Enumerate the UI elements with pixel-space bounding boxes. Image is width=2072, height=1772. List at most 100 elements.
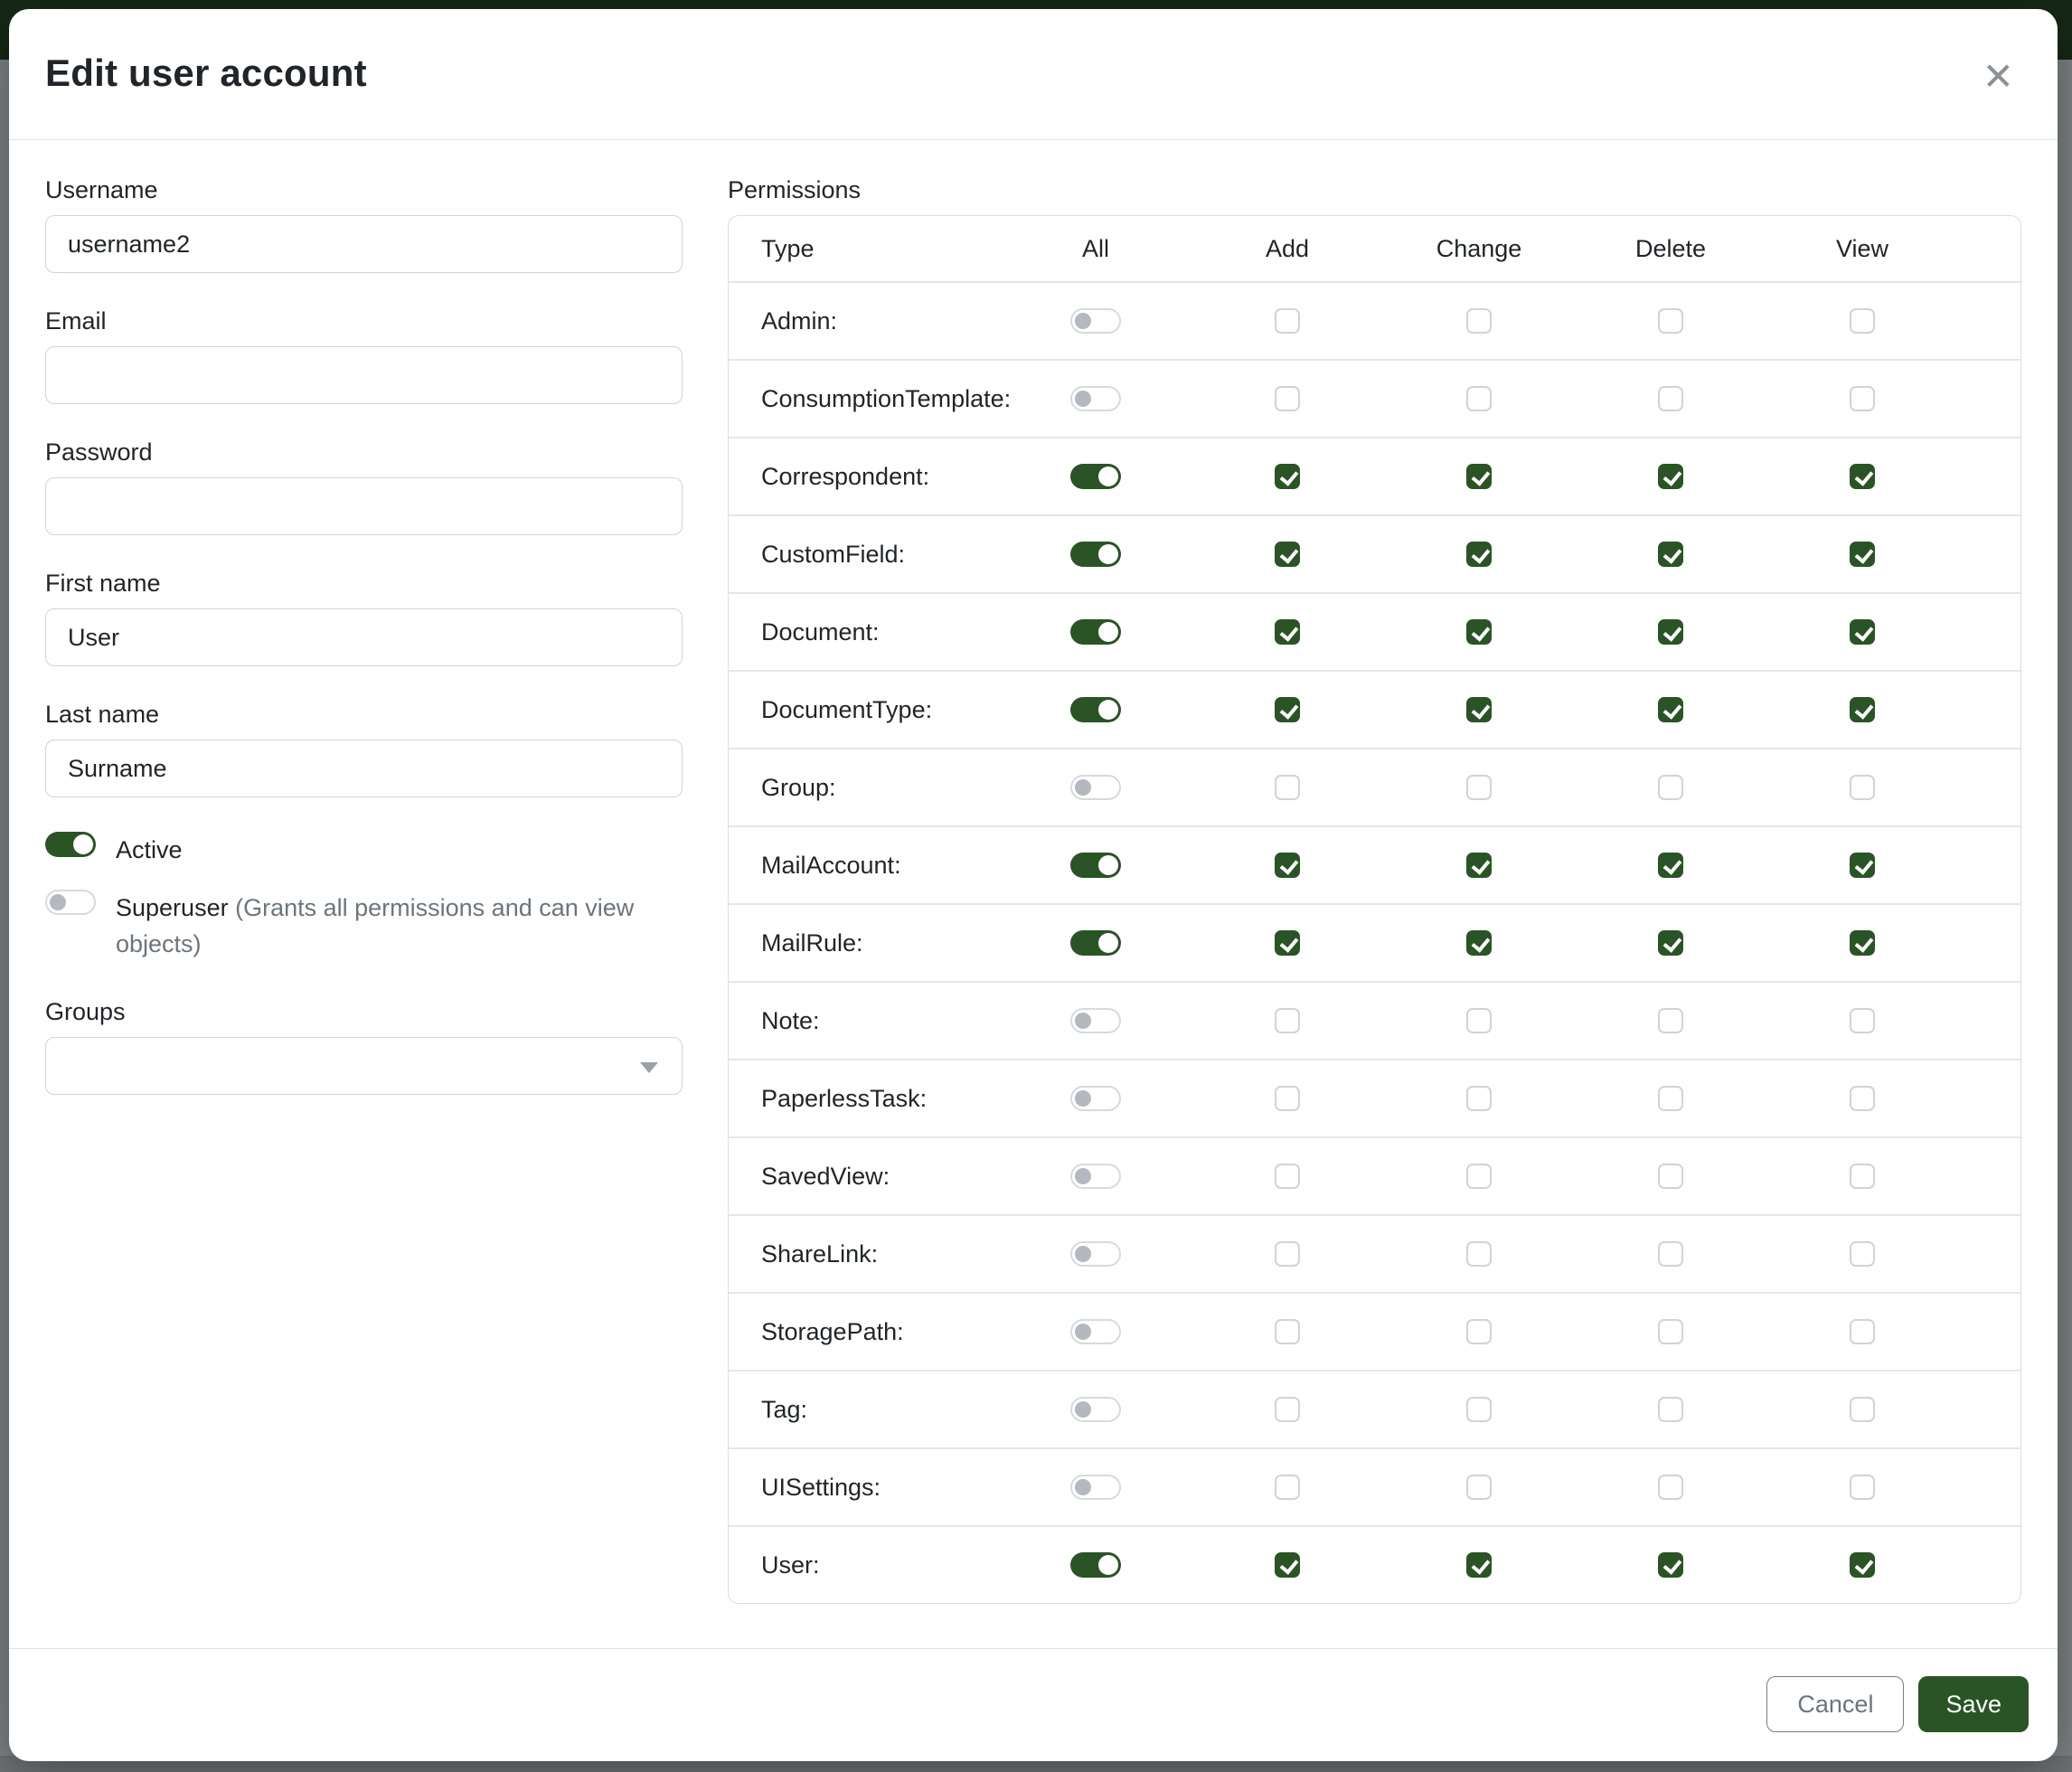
email-field[interactable] <box>45 346 683 404</box>
permission-add-checkbox[interactable] <box>1275 308 1300 334</box>
save-button[interactable]: Save <box>1918 1676 2029 1732</box>
permission-view-checkbox[interactable] <box>1850 1008 1875 1033</box>
permission-delete-checkbox[interactable] <box>1658 930 1683 956</box>
permission-change-checkbox[interactable] <box>1466 542 1492 567</box>
permission-change-checkbox[interactable] <box>1466 775 1492 800</box>
permission-change-checkbox[interactable] <box>1466 386 1492 411</box>
permission-view-checkbox[interactable] <box>1850 464 1875 489</box>
permission-all-toggle[interactable] <box>1070 930 1121 956</box>
permission-change-checkbox[interactable] <box>1466 697 1492 722</box>
permission-view-checkbox[interactable] <box>1850 386 1875 411</box>
permission-add-checkbox[interactable] <box>1275 1552 1300 1578</box>
permission-view-checkbox[interactable] <box>1850 775 1875 800</box>
first-name-field[interactable] <box>45 608 683 666</box>
permission-all-toggle[interactable] <box>1070 1397 1121 1422</box>
permission-change-checkbox[interactable] <box>1466 1086 1492 1111</box>
permission-add-checkbox[interactable] <box>1275 619 1300 645</box>
permission-change-checkbox[interactable] <box>1466 1164 1492 1189</box>
username-input[interactable] <box>45 215 683 273</box>
permission-add-checkbox[interactable] <box>1275 1475 1300 1500</box>
permission-view-checkbox[interactable] <box>1850 1241 1875 1267</box>
permission-add-checkbox[interactable] <box>1275 386 1300 411</box>
permission-change-checkbox[interactable] <box>1466 1008 1492 1033</box>
permission-delete-checkbox[interactable] <box>1658 1164 1683 1189</box>
permission-change-checkbox[interactable] <box>1466 1475 1492 1500</box>
permission-all-toggle[interactable] <box>1070 308 1121 334</box>
permissions-table-row: ShareLink: <box>729 1214 2020 1292</box>
permission-view-checkbox[interactable] <box>1850 1164 1875 1189</box>
permission-delete-checkbox[interactable] <box>1658 1475 1683 1500</box>
permission-delete-checkbox[interactable] <box>1658 775 1683 800</box>
permission-delete-checkbox[interactable] <box>1658 853 1683 878</box>
password-field[interactable] <box>45 477 683 535</box>
active-toggle[interactable] <box>45 832 96 857</box>
groups-select[interactable] <box>45 1037 683 1095</box>
permission-change-checkbox[interactable] <box>1466 1397 1492 1422</box>
permission-type-label: User: <box>729 1551 1000 1579</box>
permission-add-checkbox[interactable] <box>1275 930 1300 956</box>
permission-add-checkbox[interactable] <box>1275 464 1300 489</box>
permission-delete-checkbox[interactable] <box>1658 1319 1683 1344</box>
permission-delete-checkbox[interactable] <box>1658 1397 1683 1422</box>
permission-add-checkbox[interactable] <box>1275 775 1300 800</box>
cancel-button[interactable]: Cancel <box>1766 1676 1904 1732</box>
permission-all-toggle[interactable] <box>1070 619 1121 645</box>
permission-change-checkbox[interactable] <box>1466 930 1492 956</box>
permission-all-toggle[interactable] <box>1070 1086 1121 1111</box>
permission-change-checkbox[interactable] <box>1466 853 1492 878</box>
permission-all-toggle[interactable] <box>1070 1008 1121 1033</box>
permissions-table-row: Admin: <box>729 281 2020 359</box>
permission-type-label: ShareLink: <box>729 1240 1000 1268</box>
permission-change-checkbox[interactable] <box>1466 1552 1492 1578</box>
permission-view-checkbox[interactable] <box>1850 1552 1875 1578</box>
permission-delete-checkbox[interactable] <box>1658 308 1683 334</box>
permission-view-checkbox[interactable] <box>1850 1086 1875 1111</box>
permission-delete-checkbox[interactable] <box>1658 1008 1683 1033</box>
permission-all-toggle[interactable] <box>1070 1475 1121 1500</box>
permission-delete-checkbox[interactable] <box>1658 1241 1683 1267</box>
permission-all-toggle[interactable] <box>1070 1241 1121 1267</box>
permission-delete-checkbox[interactable] <box>1658 464 1683 489</box>
permission-view-checkbox[interactable] <box>1850 930 1875 956</box>
permission-view-checkbox[interactable] <box>1850 542 1875 567</box>
permission-add-checkbox[interactable] <box>1275 853 1300 878</box>
permission-view-checkbox[interactable] <box>1850 1397 1875 1422</box>
permission-all-toggle[interactable] <box>1070 775 1121 800</box>
permission-add-checkbox[interactable] <box>1275 542 1300 567</box>
permission-delete-checkbox[interactable] <box>1658 697 1683 722</box>
superuser-toggle[interactable] <box>45 890 96 915</box>
permission-delete-checkbox[interactable] <box>1658 1086 1683 1111</box>
permission-all-toggle[interactable] <box>1070 697 1121 722</box>
permission-change-checkbox[interactable] <box>1466 308 1492 334</box>
permission-all-toggle[interactable] <box>1070 1319 1121 1344</box>
permission-change-checkbox[interactable] <box>1466 464 1492 489</box>
permission-all-toggle[interactable] <box>1070 542 1121 567</box>
permission-all-toggle[interactable] <box>1070 1552 1121 1578</box>
permission-view-checkbox[interactable] <box>1850 1475 1875 1500</box>
permission-add-checkbox[interactable] <box>1275 1319 1300 1344</box>
permission-delete-checkbox[interactable] <box>1658 619 1683 645</box>
permission-all-toggle[interactable] <box>1070 464 1121 489</box>
permission-delete-checkbox[interactable] <box>1658 1552 1683 1578</box>
permission-delete-checkbox[interactable] <box>1658 386 1683 411</box>
permission-add-checkbox[interactable] <box>1275 697 1300 722</box>
permission-view-checkbox[interactable] <box>1850 308 1875 334</box>
close-icon[interactable]: ✕ <box>1979 54 2018 99</box>
permission-view-checkbox[interactable] <box>1850 619 1875 645</box>
permission-view-checkbox[interactable] <box>1850 1319 1875 1344</box>
permission-change-checkbox[interactable] <box>1466 1319 1492 1344</box>
permission-view-checkbox[interactable] <box>1850 853 1875 878</box>
permission-all-toggle[interactable] <box>1070 1164 1121 1189</box>
last-name-field[interactable] <box>45 740 683 797</box>
permission-add-checkbox[interactable] <box>1275 1164 1300 1189</box>
permission-all-toggle[interactable] <box>1070 853 1121 878</box>
permission-change-checkbox[interactable] <box>1466 619 1492 645</box>
permission-add-checkbox[interactable] <box>1275 1008 1300 1033</box>
permission-all-toggle[interactable] <box>1070 386 1121 411</box>
permission-change-checkbox[interactable] <box>1466 1241 1492 1267</box>
permission-view-checkbox[interactable] <box>1850 697 1875 722</box>
permission-add-checkbox[interactable] <box>1275 1241 1300 1267</box>
permission-add-checkbox[interactable] <box>1275 1086 1300 1111</box>
permission-delete-checkbox[interactable] <box>1658 542 1683 567</box>
permission-add-checkbox[interactable] <box>1275 1397 1300 1422</box>
